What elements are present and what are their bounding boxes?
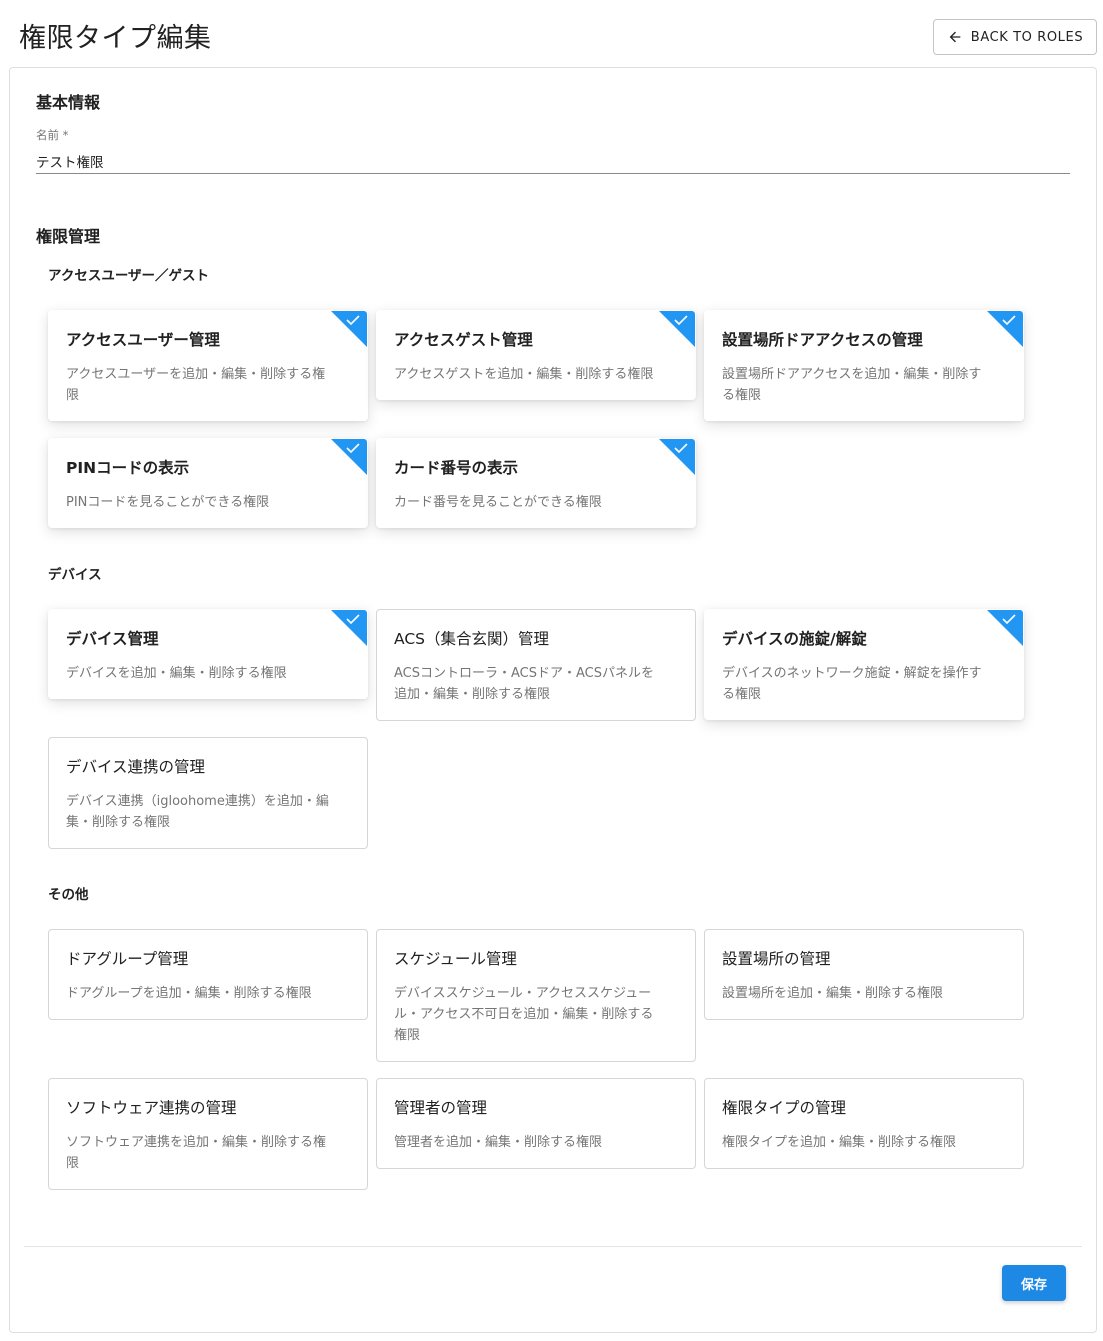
permission-card-schedule-management[interactable]: スケジュール管理 デバイススケジュール・アクセススケジュー ル・アクセス不可日を… [376, 929, 696, 1062]
permission-card-access-guest-management[interactable]: アクセスゲスト管理 アクセスゲストを追加・編集・削除する権限 [376, 310, 696, 400]
checked-corner-icon [331, 311, 367, 347]
card-title: デバイスの施錠/解錠 [722, 630, 867, 648]
permission-card-access-user-management[interactable]: アクセスユーザー管理 アクセスユーザーを追加・編集・削除する権 限 [48, 310, 368, 421]
arrow-left-icon [949, 31, 961, 43]
card-description: デバイスを追加・編集・削除する権限 [66, 666, 287, 681]
permission-card-card-number-display[interactable]: カード番号の表示 カード番号を見ることができる権限 [376, 438, 696, 528]
card-title: スケジュール管理 [394, 950, 517, 968]
card-title: 権限タイプの管理 [722, 1099, 847, 1117]
card-description: 設置場所を追加・編集・削除する権限 [722, 986, 944, 1001]
basic-info-title: 基本情報 [36, 93, 101, 112]
card-description: デバイス連携（igloohome連携）を追加・編 集・削除する権限 [66, 794, 329, 830]
card-title: アクセスゲスト管理 [394, 331, 533, 349]
checked-corner-icon [659, 439, 695, 475]
card-description: ソフトウェア連携を追加・編集・削除する権 限 [66, 1135, 327, 1171]
permission-card-location-management[interactable]: 設置場所の管理 設置場所を追加・編集・削除する権限 [704, 929, 1024, 1020]
card-title: ACS（集合玄関）管理 [394, 630, 549, 648]
permission-card-location-door-access[interactable]: 設置場所ドアアクセスの管理 設置場所ドアアクセスを追加・編集・削除す る権限 [704, 310, 1024, 421]
card-description: アクセスユーザーを追加・編集・削除する権 限 [66, 367, 326, 403]
back-to-roles-label: BACK TO ROLES [970, 29, 1084, 45]
save-button[interactable]: 保存 [1002, 1265, 1066, 1301]
group-title-devices: デバイス [48, 567, 102, 583]
checked-corner-icon [331, 610, 367, 646]
card-description: PINコードを見ることができる権限 [66, 495, 270, 510]
permission-card-door-group-management[interactable]: ドアグループ管理 ドアグループを追加・編集・削除する権限 [48, 929, 368, 1020]
card-title: アクセスユーザー管理 [66, 331, 220, 349]
name-field-label: 名前 * [36, 128, 69, 142]
permission-card-role-type-management[interactable]: 権限タイプの管理 権限タイプを追加・編集・削除する権限 [704, 1078, 1024, 1169]
card-title: 設置場所ドアアクセスの管理 [722, 331, 923, 349]
card-description: ドアグループを追加・編集・削除する権限 [66, 986, 312, 1001]
page-title: 権限タイプ編集 [19, 23, 212, 54]
card-description: 権限タイプを追加・編集・削除する権限 [722, 1135, 957, 1150]
card-title: 設置場所の管理 [722, 950, 831, 968]
back-to-roles-button[interactable]: BACK TO ROLES [933, 19, 1097, 55]
card-title: PINコードの表示 [66, 459, 190, 477]
card-title: 管理者の管理 [394, 1099, 488, 1117]
permission-card-device-management[interactable]: デバイス管理 デバイスを追加・編集・削除する権限 [48, 609, 368, 699]
permission-card-device-integration[interactable]: デバイス連携の管理 デバイス連携（igloohome連携）を追加・編 集・削除す… [48, 737, 368, 849]
permission-card-admin-management[interactable]: 管理者の管理 管理者を追加・編集・削除する権限 [376, 1078, 696, 1169]
card-title: デバイス管理 [66, 630, 159, 648]
card-title: ドアグループ管理 [66, 950, 189, 968]
name-field[interactable] [36, 148, 1070, 174]
card-title: カード番号の表示 [394, 459, 519, 477]
permission-card-device-lock-unlock[interactable]: デバイスの施錠/解錠 デバイスのネットワーク施錠・解錠を操作す る権限 [704, 609, 1024, 720]
checked-corner-icon [331, 439, 367, 475]
permission-card-software-integration[interactable]: ソフトウェア連携の管理 ソフトウェア連携を追加・編集・削除する権 限 [48, 1078, 368, 1190]
edit-form-card: 基本情報 名前 * 権限管理 アクセスユーザー／ゲスト アクセスユーザー管理 ア… [9, 67, 1097, 1333]
card-description: アクセスゲストを追加・編集・削除する権限 [394, 367, 654, 382]
card-description: 管理者を追加・編集・削除する権限 [394, 1135, 603, 1150]
card-title: ソフトウェア連携の管理 [66, 1099, 237, 1117]
card-description: デバイススケジュール・アクセススケジュー ル・アクセス不可日を追加・編集・削除す… [394, 986, 654, 1043]
card-description: カード番号を見ることができる権限 [394, 495, 602, 510]
permission-card-acs-management[interactable]: ACS（集合玄関）管理 ACSコントローラ・ACSドア・ACSパネルを 追加・編… [376, 609, 696, 721]
footer-divider [24, 1246, 1082, 1247]
group-title-access-users: アクセスユーザー／ゲスト [48, 268, 210, 284]
checked-corner-icon [987, 610, 1023, 646]
checked-corner-icon [659, 311, 695, 347]
card-description: デバイスのネットワーク施錠・解錠を操作す る権限 [722, 666, 982, 702]
permissions-section-title: 権限管理 [36, 227, 101, 246]
card-description: 設置場所ドアアクセスを追加・編集・削除す る権限 [722, 367, 982, 403]
checked-corner-icon [987, 311, 1023, 347]
permission-card-pin-display[interactable]: PINコードの表示 PINコードを見ることができる権限 [48, 438, 368, 528]
card-description: ACSコントローラ・ACSドア・ACSパネルを 追加・編集・削除する権限 [394, 666, 654, 702]
card-title: デバイス連携の管理 [66, 758, 206, 776]
group-title-other: その他 [48, 887, 89, 903]
